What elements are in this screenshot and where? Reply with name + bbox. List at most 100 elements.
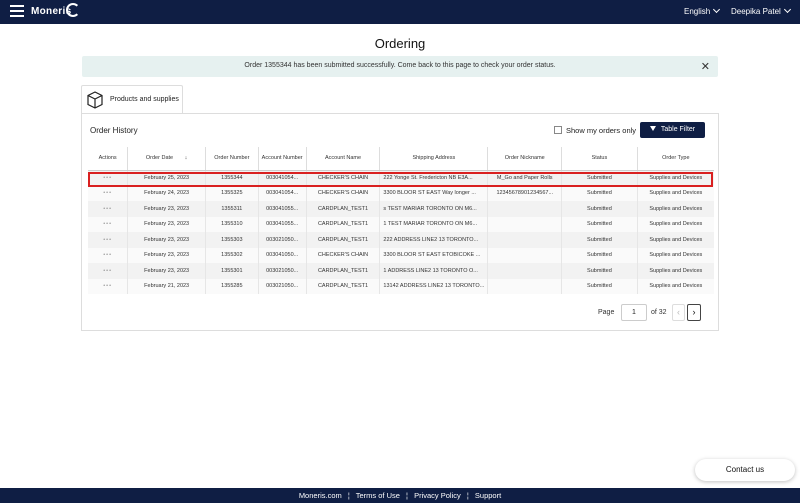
language-selector[interactable]: English: [684, 5, 721, 16]
cell-order-number: 1355344: [205, 170, 259, 186]
cell-actions-menu[interactable]: •••: [88, 216, 128, 232]
table-row[interactable]: ••• February 23, 2023 1355303 003021050... C…: [88, 232, 714, 248]
order-history-table: Actions Order Date ↓ Order Number Accoun…: [88, 147, 714, 294]
cell-order-type: Supplies and Devices: [636, 201, 714, 217]
page-count: of 32: [651, 309, 667, 316]
cell-account-number: 003041054...: [257, 170, 307, 186]
cell-status: Submitted: [561, 201, 638, 217]
cell-shipping-address: 1 TEST MARIAR TORONTO ON M6...: [379, 216, 488, 232]
cell-status: Submitted: [561, 185, 638, 201]
cell-order-nickname: [487, 247, 562, 263]
cell-order-nickname: 12345678901234567...: [487, 185, 562, 201]
user-name: Deepika Patel: [731, 7, 781, 16]
cell-account-number: 003041050...: [257, 247, 307, 263]
footer-link-privacy[interactable]: Privacy Policy: [414, 491, 461, 500]
column-header-order-type[interactable]: Order Type: [636, 147, 714, 171]
table-row[interactable]: ••• February 24, 2023 1355325 003041054... C…: [88, 185, 714, 201]
column-header-order-number[interactable]: Order Number: [205, 147, 259, 171]
close-icon[interactable]: ✕: [701, 60, 710, 73]
cell-account-name: CHECKER'S CHAIN: [305, 185, 380, 201]
show-my-orders-toggle[interactable]: Show my orders only: [554, 126, 636, 135]
user-menu[interactable]: Deepika Patel: [731, 5, 791, 16]
table-row[interactable]: ••• February 25, 2023 1355344 003041054... C…: [88, 170, 714, 186]
cell-order-type: Supplies and Devices: [636, 216, 714, 232]
cell-account-name: CARDPLAN_TEST1: [305, 263, 380, 279]
cell-order-nickname: [487, 232, 562, 248]
previous-page-button[interactable]: ‹: [672, 304, 685, 321]
table-row[interactable]: ••• February 23, 2023 1355311 003041055... C…: [88, 201, 714, 217]
cell-account-number: 003041055...: [257, 201, 307, 217]
cell-status: Submitted: [561, 247, 638, 263]
cell-order-date: February 23, 2023: [127, 216, 206, 232]
table-row[interactable]: ••• February 23, 2023 1355302 003041050... C…: [88, 247, 714, 263]
cell-account-number: 003021050...: [257, 232, 307, 248]
cell-shipping-address: 3300 BLOOR ST EAST ETOBICOKE ...: [379, 247, 488, 263]
checkbox-label: Show my orders only: [566, 126, 637, 135]
cell-order-number: 1355325: [205, 185, 259, 201]
cell-actions-menu[interactable]: •••: [88, 170, 128, 186]
cell-account-name: CARDPLAN_TEST1: [305, 232, 380, 248]
checkbox[interactable]: [554, 126, 562, 134]
column-header-order-nickname[interactable]: Order Nickname: [487, 147, 562, 171]
cell-actions-menu[interactable]: •••: [88, 278, 128, 294]
column-header-order-date[interactable]: Order Date ↓: [127, 147, 206, 171]
footer: Moneris.com ¦ Terms of Use ¦ Privacy Pol…: [0, 488, 800, 503]
cell-shipping-address: 222 ADDRESS LINE2 13 TORONTO...: [379, 232, 488, 248]
cell-status: Submitted: [561, 263, 638, 279]
cell-status: Submitted: [561, 170, 638, 186]
table-filter-button[interactable]: Table Filter: [640, 122, 705, 138]
cell-order-date: February 25, 2023: [127, 170, 206, 186]
cell-order-type: Supplies and Devices: [636, 263, 714, 279]
footer-link-support[interactable]: Support: [475, 491, 501, 500]
success-alert: Order 1355344 has been submitted success…: [82, 56, 718, 77]
box-icon: [87, 91, 103, 109]
table-row[interactable]: ••• February 23, 2023 1355310 003041055... C…: [88, 216, 714, 232]
pagination: Page 1 of 32 ‹ ›: [82, 304, 718, 322]
table-row[interactable]: ••• February 23, 2023 1355301 003021050... C…: [88, 263, 714, 279]
cell-account-number: 003041054...: [257, 185, 307, 201]
language-label: English: [684, 7, 711, 16]
footer-separator: ¦: [406, 491, 408, 500]
column-header-account-number[interactable]: Account Number: [257, 147, 307, 171]
cell-actions-menu[interactable]: •••: [88, 185, 128, 201]
cell-order-type: Supplies and Devices: [636, 170, 714, 186]
order-history-panel: Order History Show my orders only Table …: [81, 113, 719, 331]
cell-order-type: Supplies and Devices: [636, 185, 714, 201]
sort-arrow-icon: ↓: [184, 155, 188, 162]
footer-link-terms[interactable]: Terms of Use: [356, 491, 400, 500]
cell-actions-menu[interactable]: •••: [88, 201, 128, 217]
cell-actions-menu[interactable]: •••: [88, 263, 128, 279]
cell-order-type: Supplies and Devices: [636, 232, 714, 248]
menu-icon[interactable]: [10, 5, 24, 17]
table-header-row: Actions Order Date ↓ Order Number Accoun…: [88, 147, 714, 171]
panel-title: Order History: [90, 126, 138, 135]
cell-account-name: CARDPLAN_TEST1: [305, 216, 380, 232]
cell-actions-menu[interactable]: •••: [88, 247, 128, 263]
column-header-status[interactable]: Status: [561, 147, 638, 171]
column-header-account-name[interactable]: Account Name: [305, 147, 380, 171]
cell-actions-menu[interactable]: •••: [88, 232, 128, 248]
column-header-shipping-address[interactable]: Shipping Address: [379, 147, 488, 171]
table-row[interactable]: ••• February 21, 2023 1355285 003021050... C…: [88, 278, 714, 294]
footer-link-moneris[interactable]: Moneris.com: [299, 491, 342, 500]
footer-separator: ¦: [347, 491, 350, 500]
page-label: Page: [598, 309, 615, 316]
alert-message: Order 1355344 has been submitted success…: [244, 62, 556, 69]
page-number-input[interactable]: 1: [621, 304, 647, 321]
cell-order-nickname: [487, 216, 562, 232]
cell-order-number: 1355285: [205, 278, 259, 294]
chevron-down-icon: [713, 5, 721, 14]
cell-order-nickname: M_Go and Paper Rolls: [487, 170, 562, 186]
top-bar: Moneris English Deepika Patel: [0, 0, 800, 24]
cell-order-type: Supplies and Devices: [636, 247, 714, 263]
cell-order-date: February 24, 2023: [127, 185, 206, 201]
cell-order-number: 1355302: [205, 247, 259, 263]
tab-products-and-supplies[interactable]: Products and supplies: [81, 85, 183, 113]
cell-account-name: CARDPLAN_TEST1: [305, 278, 380, 294]
contact-us-button[interactable]: Contact us: [695, 459, 795, 481]
cell-order-nickname: [487, 263, 562, 279]
next-page-button[interactable]: ›: [687, 304, 701, 321]
cell-order-nickname: [487, 278, 562, 294]
cell-status: Submitted: [561, 216, 638, 232]
cell-account-name: CHECKER'S CHAIN: [305, 247, 380, 263]
